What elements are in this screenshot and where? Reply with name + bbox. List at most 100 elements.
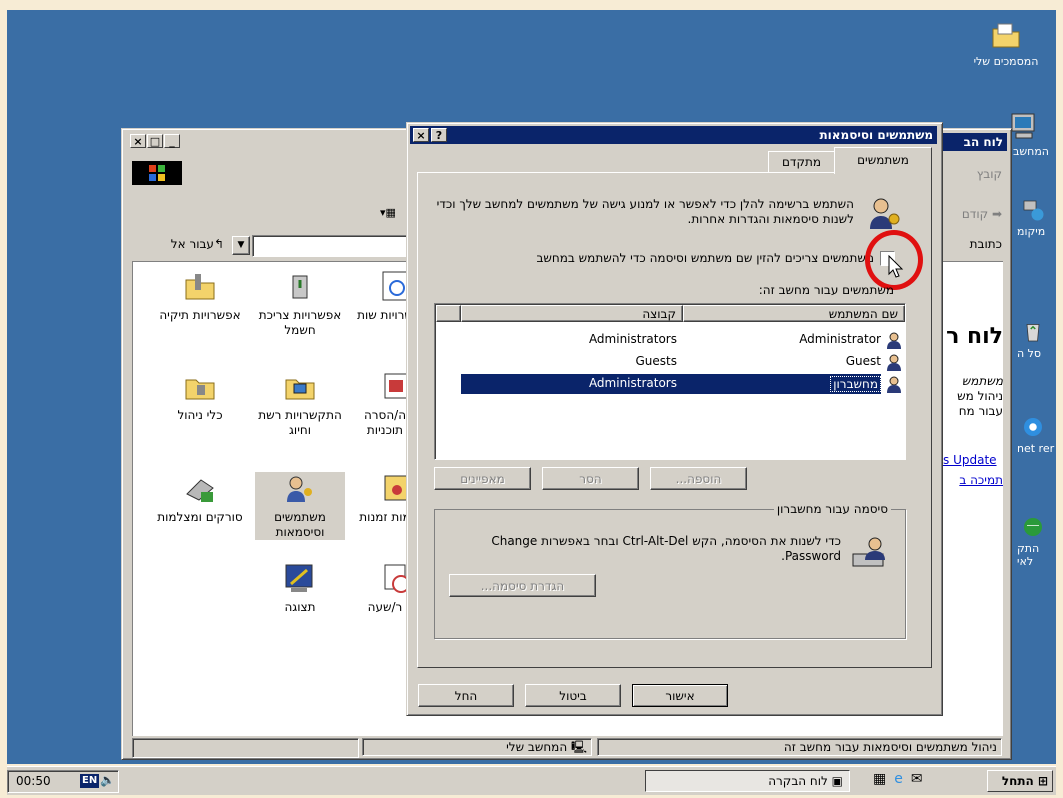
desktop-icon-label: net rer — [1017, 442, 1055, 455]
ok-button[interactable]: אישור — [632, 684, 728, 707]
back-label: קודם — [961, 207, 989, 221]
network-dialup-icon — [285, 379, 315, 400]
desktop-icon-network[interactable]: מיקומ — [1017, 198, 1056, 238]
cp-item-label: שרויות שות — [357, 308, 413, 322]
panel-desc-line: ניהול מש — [957, 389, 1003, 403]
desktop-icon-connect[interactable]: התק לאי — [1017, 515, 1056, 568]
start-button[interactable]: ⊞ התחל — [987, 770, 1053, 792]
computer-user-icon — [852, 537, 885, 567]
outlook-quick-icon[interactable]: ✉ — [911, 771, 931, 787]
dialog-title: משתמשים וסיסמאות — [819, 128, 933, 142]
user-icon — [887, 354, 901, 371]
require-login-label: משתמשים צריכים להזין שם משתמש וסיסמה כדי… — [536, 251, 874, 265]
status-bar-computer: 🖳 המחשב שלי — [362, 738, 592, 756]
tab-users[interactable]: משתמשים — [834, 147, 932, 174]
folder-options-icon — [185, 274, 215, 300]
desktop-icon-my-documents[interactable]: המסמכים שלי — [973, 20, 1039, 68]
cp-item-label: סורקים ומצלמות — [157, 510, 243, 524]
set-password-button[interactable]: הגדרת סיסמה... — [449, 574, 596, 597]
row-username: מחשברון — [830, 376, 881, 392]
row-username: Administrator — [799, 332, 881, 346]
password-group: סיסמה עבור מחשברון כדי לשנות את הסיסמה, … — [434, 502, 906, 639]
users-passwords-icon — [287, 476, 312, 502]
password-instructions: כדי לשנות את הסיסמה, הקש Ctrl-Alt-Del וב… — [491, 534, 841, 563]
panel-desc-line: משתמש — [961, 374, 1003, 388]
tab-advanced[interactable]: מתקדם — [768, 151, 835, 172]
users-keys-icon — [870, 198, 900, 229]
users-list[interactable]: שם המשתמש קבוצה Administrator Administra… — [434, 303, 906, 460]
cancel-button[interactable]: ביטול — [525, 684, 621, 707]
column-header-empty — [436, 305, 461, 322]
toolbar-back[interactable]: ➡ קודם — [934, 207, 1002, 221]
cp-item-scanners[interactable]: סורקים ומצלמות — [155, 472, 245, 525]
dialog-title-bar: משתמשים וסיסמאות × ? — [410, 126, 937, 144]
dialog-help-button[interactable]: ? — [431, 128, 447, 142]
windows-update-link[interactable]: s Update — [943, 450, 1003, 470]
support-link[interactable]: תמיכה ב — [943, 470, 1003, 490]
speaker-icon[interactable]: 🔈 — [100, 773, 115, 787]
maximize-button[interactable]: □ — [147, 134, 163, 148]
network-places-icon — [1023, 200, 1044, 221]
users-list-caption: משתמשים עבור מחשב זה: — [758, 283, 894, 297]
my-computer-small-icon: 🖳 — [567, 740, 587, 754]
windows-logo — [132, 161, 182, 185]
recycle-bin-icon — [1026, 324, 1040, 342]
menu-file[interactable]: קובץ — [942, 167, 1002, 181]
clock[interactable]: 00:50 — [16, 774, 51, 788]
internet-explorer-icon — [1024, 418, 1042, 436]
table-row-selected[interactable]: מחשברון Administrators — [437, 374, 903, 394]
user-icon — [887, 332, 901, 349]
panel-heading: לוח ר — [946, 324, 1003, 349]
language-indicator[interactable]: EN — [80, 774, 100, 788]
cp-item-users-passwords[interactable]: משתמשים וסיסמאות — [255, 472, 345, 540]
quick-launch: ▦e✉ — [873, 771, 983, 791]
cp-item-power[interactable]: אפשרויות צריכת חשמל — [255, 270, 345, 338]
column-header-username[interactable]: שם המשתמש — [683, 305, 905, 322]
apply-button[interactable]: החל — [418, 684, 514, 707]
cp-item-label: אפשרויות תיקיה — [159, 308, 241, 322]
row-username: Guest — [845, 354, 881, 368]
cp-item-admin-tools[interactable]: כלי ניהול — [155, 370, 245, 423]
dialog-close-button[interactable]: × — [413, 128, 429, 142]
row-group: Guests — [635, 354, 678, 368]
status-computer-text: המחשב שלי — [506, 740, 568, 754]
views-dropdown[interactable]: ▾▦ — [380, 206, 402, 224]
desktop-icon-recycle-bin[interactable]: סל ה — [1017, 320, 1056, 360]
go-button[interactable]: ↰עבור אל — [132, 237, 224, 251]
intro-text: השתמש ברשימה להלן כדי לאפשר או למנוע גיש… — [436, 197, 854, 226]
users-passwords-dialog[interactable]: משתמשים וסיסמאות × ? מתקדם משתמשים השתמש… — [406, 122, 943, 716]
cp-item-label: כלי ניהול — [177, 408, 223, 422]
show-desktop-icon[interactable]: ▦ — [873, 771, 894, 787]
address-dropdown-button[interactable]: ▼ — [232, 236, 250, 255]
status-bar-corner — [132, 738, 359, 758]
cp-item-network[interactable]: התקשרויות רשת וחיוג — [255, 370, 345, 438]
display-icon — [285, 564, 313, 592]
task-control-panel[interactable]: ▣ לוח הבקרה — [645, 770, 850, 792]
back-arrow-icon: ➡ — [988, 207, 1002, 221]
properties-button[interactable]: מאפיינים — [434, 467, 531, 490]
table-row[interactable]: Guest Guests — [437, 352, 903, 372]
cp-item-folder-options[interactable]: אפשרויות תיקיה — [155, 270, 245, 323]
go-area: ↰עבור אל ▼ — [132, 235, 272, 257]
add-button[interactable]: הוספה... — [650, 467, 747, 490]
cp-item-label: מות זמנות — [359, 510, 411, 524]
scanner-camera-icon — [186, 479, 214, 502]
windows-flag-icon — [149, 165, 165, 181]
cp-item-label: התקשרויות רשת וחיוג — [258, 408, 342, 437]
cp-item-label: אפשרויות צריכת חשמל — [258, 308, 342, 337]
remove-button[interactable]: הסר — [542, 467, 639, 490]
desktop-icon-label: המחשב — [1013, 145, 1049, 158]
status-bar-text: ניהול משתמשים וסיסמאות עבור מחשב זה — [597, 738, 1002, 756]
panel-links: s Update תמיכה ב — [943, 450, 1003, 490]
column-header-group[interactable]: קבוצה — [461, 305, 683, 322]
user-icon — [887, 376, 901, 393]
table-row[interactable]: Administrator Administrators — [437, 330, 903, 350]
desktop: המסמכים שלי המחשב מיקומ סל ה net rer התק… — [7, 10, 1056, 764]
ie-quick-icon[interactable]: e — [894, 771, 911, 787]
windows-start-icon: ⊞ — [1033, 774, 1048, 788]
close-button[interactable]: × — [130, 134, 146, 148]
minimize-button[interactable]: _ — [164, 134, 180, 148]
cp-item-display[interactable]: תצוגה — [255, 562, 345, 615]
system-tray: 00:50 EN 🔈 — [7, 770, 119, 793]
desktop-icon-ie[interactable]: net rer — [1017, 415, 1056, 455]
